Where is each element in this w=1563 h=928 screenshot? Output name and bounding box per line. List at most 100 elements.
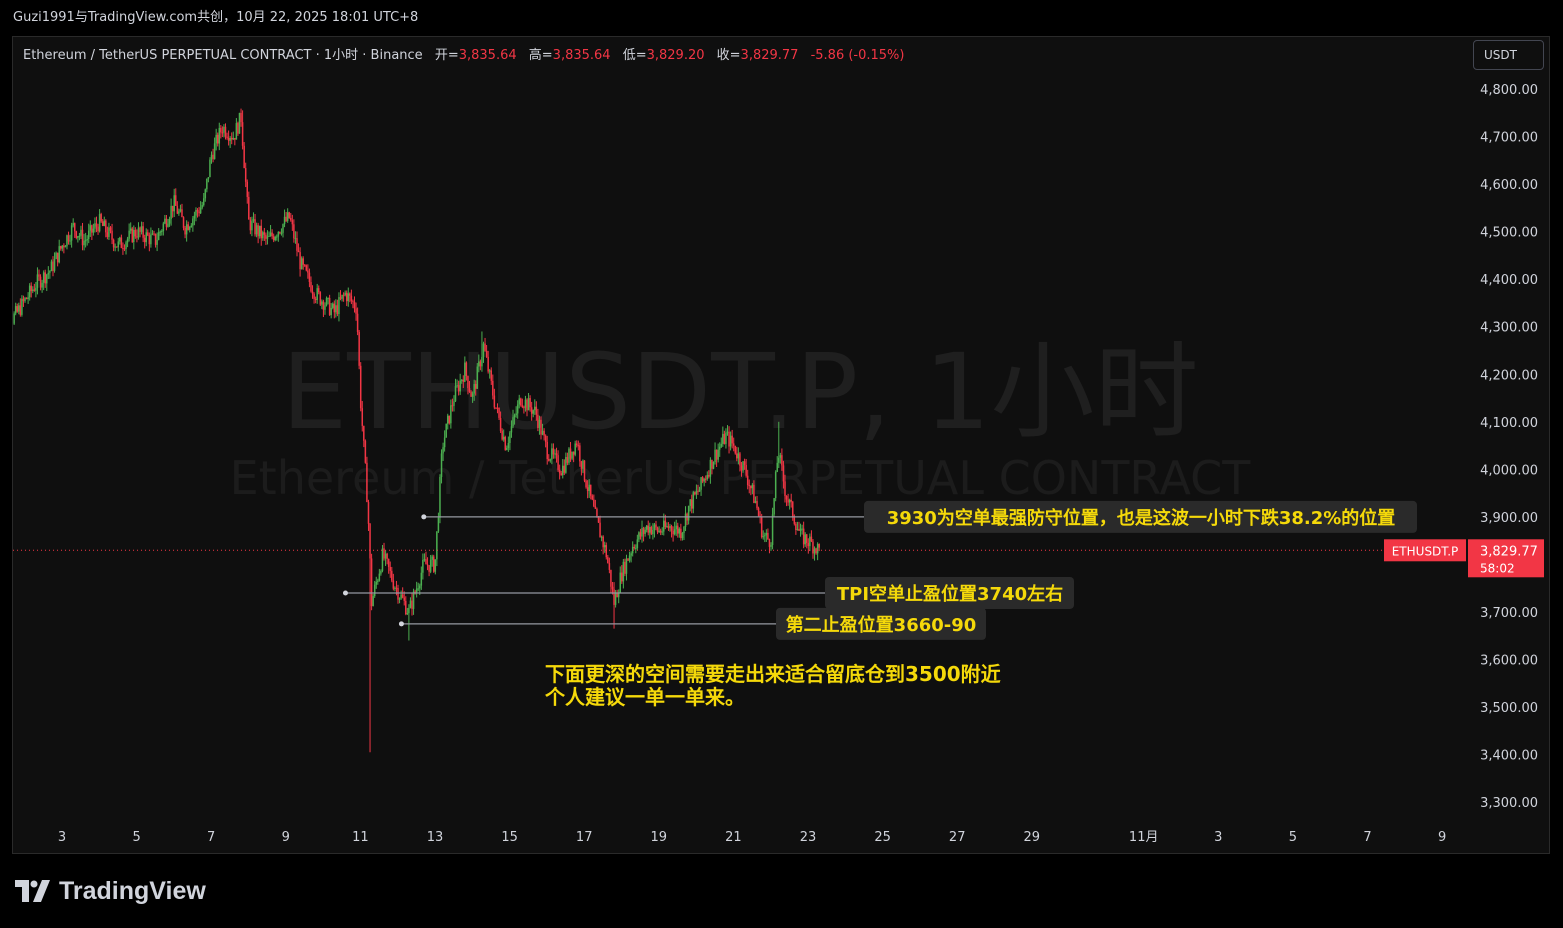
candle-body[interactable]	[683, 526, 685, 534]
candle-body[interactable]	[22, 298, 25, 302]
candle-body[interactable]	[544, 435, 547, 442]
candle-body[interactable]	[628, 555, 631, 561]
candle-body[interactable]	[437, 517, 440, 532]
candle-body[interactable]	[694, 492, 696, 495]
candle-body[interactable]	[540, 419, 542, 435]
candle-body[interactable]	[369, 523, 371, 559]
candle-body[interactable]	[178, 211, 180, 214]
candle-body[interactable]	[709, 459, 712, 477]
candle-body[interactable]	[168, 218, 171, 224]
candle-body[interactable]	[560, 473, 562, 476]
candle-body[interactable]	[308, 272, 311, 283]
candle-body[interactable]	[616, 593, 618, 598]
currency-selector-button[interactable]: USDT	[1473, 40, 1544, 70]
candle-body[interactable]	[464, 362, 466, 382]
candle-body[interactable]	[633, 546, 635, 549]
candle-body[interactable]	[479, 361, 482, 367]
candle-body[interactable]	[804, 534, 806, 545]
candle-body[interactable]	[394, 587, 396, 589]
candle-body[interactable]	[401, 594, 404, 598]
candle-body[interactable]	[555, 453, 558, 456]
candle-body[interactable]	[748, 485, 751, 487]
candle-body[interactable]	[813, 548, 816, 554]
candle-body[interactable]	[565, 457, 567, 473]
candle-body[interactable]	[462, 379, 465, 382]
candle-body[interactable]	[638, 532, 640, 540]
candle-body[interactable]	[314, 298, 317, 300]
candle-body[interactable]	[768, 539, 771, 547]
candle-body[interactable]	[541, 430, 544, 435]
candle-body[interactable]	[333, 303, 336, 313]
candle-body[interactable]	[762, 536, 764, 538]
candle-body[interactable]	[790, 499, 792, 502]
candle-body[interactable]	[400, 594, 402, 599]
candle-body[interactable]	[122, 247, 124, 249]
candle-body[interactable]	[571, 451, 573, 459]
candle-body[interactable]	[692, 492, 695, 509]
candle-body[interactable]	[49, 271, 51, 273]
candle-body[interactable]	[499, 417, 502, 431]
candle-body[interactable]	[53, 258, 56, 271]
candle-body[interactable]	[234, 138, 236, 140]
candle-body[interactable]	[722, 433, 724, 444]
candle-body[interactable]	[341, 294, 343, 299]
candle-body[interactable]	[742, 461, 744, 471]
candle-body[interactable]	[153, 233, 155, 235]
candle-body[interactable]	[108, 227, 110, 237]
candle-body[interactable]	[109, 227, 112, 231]
candle-body[interactable]	[680, 528, 682, 539]
candle-body[interactable]	[111, 230, 113, 240]
candle-body[interactable]	[473, 384, 475, 394]
candle-body[interactable]	[460, 379, 463, 381]
candle-body[interactable]	[577, 445, 580, 447]
candle-body[interactable]	[83, 240, 85, 246]
candle-body[interactable]	[408, 607, 410, 614]
candle-body[interactable]	[415, 588, 418, 593]
candle-body[interactable]	[773, 498, 775, 515]
candle-body[interactable]	[778, 457, 780, 463]
candle-body[interactable]	[38, 274, 40, 277]
candle-body[interactable]	[397, 587, 399, 600]
candle-body[interactable]	[28, 285, 31, 298]
candle-body[interactable]	[661, 531, 663, 533]
candle-body[interactable]	[73, 223, 76, 232]
candle-body[interactable]	[723, 433, 726, 444]
candle-body[interactable]	[754, 501, 757, 503]
candle-body[interactable]	[241, 122, 244, 146]
candle-body[interactable]	[13, 313, 15, 324]
candle-body[interactable]	[384, 553, 387, 559]
candle-body[interactable]	[737, 453, 740, 459]
candle-body[interactable]	[534, 406, 536, 411]
candle-body[interactable]	[405, 600, 407, 615]
candle-body[interactable]	[551, 448, 553, 460]
candle-body[interactable]	[515, 413, 517, 416]
candle-body[interactable]	[450, 405, 452, 424]
candle-body[interactable]	[25, 297, 28, 300]
candle-body[interactable]	[221, 132, 224, 134]
candle-body[interactable]	[277, 231, 280, 237]
candle-body[interactable]	[304, 264, 306, 266]
candle-body[interactable]	[580, 461, 583, 469]
candle-body[interactable]	[266, 236, 269, 239]
candle-body[interactable]	[621, 572, 623, 582]
candle-body[interactable]	[506, 447, 508, 450]
candle-body[interactable]	[190, 225, 193, 227]
candle-body[interactable]	[429, 559, 432, 572]
candle-body[interactable]	[210, 154, 213, 160]
candle-body[interactable]	[647, 525, 649, 533]
candle-body[interactable]	[516, 404, 519, 414]
candle-body[interactable]	[24, 297, 26, 302]
candle-body[interactable]	[335, 305, 337, 313]
candle-body[interactable]	[133, 229, 135, 243]
candle-body[interactable]	[52, 261, 54, 271]
candle-body[interactable]	[574, 443, 576, 455]
candle-body[interactable]	[361, 408, 364, 426]
candle-body[interactable]	[569, 448, 572, 459]
candle-body[interactable]	[359, 365, 362, 409]
candle-body[interactable]	[142, 226, 144, 238]
candle-body[interactable]	[443, 437, 446, 448]
candle-body[interactable]	[548, 459, 550, 461]
candle-body[interactable]	[293, 224, 295, 239]
candle-body[interactable]	[641, 528, 643, 537]
candle-body[interactable]	[269, 232, 272, 236]
